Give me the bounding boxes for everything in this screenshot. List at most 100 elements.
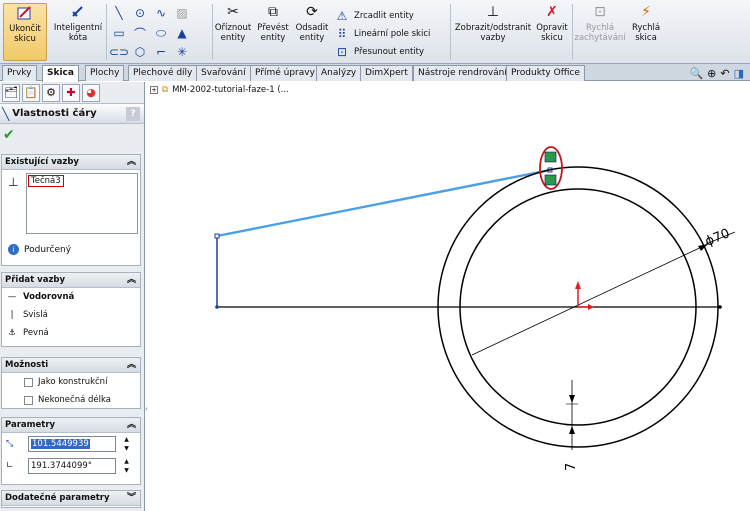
- line-icon[interactable]: ╲: [110, 6, 128, 20]
- property-manager-tab-icon[interactable]: 📋: [22, 83, 40, 102]
- feature-tree-tab-icon[interactable]: 🗂: [2, 83, 20, 102]
- additional-parameters-header[interactable]: Dodatečné parametry ︾: [2, 491, 140, 506]
- fixed-icon: ⚓: [8, 328, 16, 338]
- quick-snaps-label: Rychlá zachytávání: [574, 23, 626, 43]
- tab-plochy[interactable]: Plochy: [85, 65, 125, 81]
- zoom-area-icon[interactable]: ⊕: [707, 67, 716, 80]
- construction-checkbox-row[interactable]: Jako konstrukční: [2, 373, 140, 391]
- panel-title-bar: ╲ Vlastnosti čáry ?: [0, 104, 144, 124]
- additional-parameters-title: Dodatečné parametry: [5, 493, 110, 503]
- exit-sketch-button[interactable]: Ukončit skicu: [3, 3, 47, 61]
- convert-entities-button[interactable]: ⧉ Převést entity: [255, 3, 291, 61]
- endpoint-handle: [214, 233, 220, 239]
- tab-analyzy[interactable]: Analýzy: [316, 65, 362, 81]
- tab-prvky[interactable]: Prvky: [2, 65, 37, 81]
- fixed-label: Pevná: [23, 328, 49, 338]
- rapid-sketch-icon: ⚡: [641, 4, 651, 20]
- circle-icon[interactable]: ⊙: [131, 6, 149, 20]
- relation-item-tangent[interactable]: Tečná3: [28, 175, 64, 187]
- parameters-section: Parametry ︽ ⤡ 101.5449939 ▲ ▼ ∟ 191.37440…: [1, 417, 141, 485]
- relation-horizontal[interactable]: — Vodorovná: [2, 288, 140, 306]
- mirror-entities-button[interactable]: ⚠ Zrcadlit entity: [333, 9, 414, 23]
- tab-produkty-office[interactable]: Produkty Office: [506, 65, 585, 81]
- display-relations-button[interactable]: ⊥ Zobrazit/odstranit vazby: [454, 3, 532, 61]
- expand-icon[interactable]: +: [150, 86, 158, 94]
- relation-fixed[interactable]: ⚓ Pevná: [2, 324, 140, 342]
- sketch-tools-row-2: ▭ ⌒ ⬭ ▲: [110, 26, 191, 41]
- move-icon: ⊡: [336, 45, 348, 59]
- smart-dimension-button[interactable]: Inteligentní kóta: [51, 3, 105, 61]
- length-input[interactable]: 101.5449939: [28, 436, 116, 452]
- plane-icon[interactable]: ▲: [173, 26, 191, 40]
- feature-tree-root[interactable]: + ⧉ MM-2002-tutorial-faze-1 (...: [150, 85, 289, 95]
- polygon-icon[interactable]: ⬡: [131, 45, 149, 59]
- parameters-header[interactable]: Parametry ︽: [2, 418, 140, 433]
- property-manager-panel: 🗂 📋 ⚙ ✚ ◕ ╲ Vlastnosti čáry ? ✔ Existují…: [0, 82, 145, 511]
- tab-prime-upravy[interactable]: Přímé úpravy: [250, 65, 320, 81]
- tab-dimxpert[interactable]: DimXpert: [360, 65, 413, 81]
- parameters-title: Parametry: [5, 420, 56, 430]
- options-header[interactable]: Možnosti ︽: [2, 358, 140, 373]
- options-title: Možnosti: [5, 360, 49, 370]
- collapse-chevron-icon: ︽: [126, 275, 136, 285]
- rapid-sketch-button[interactable]: ⚡ Rychlá skica: [628, 3, 664, 61]
- fillet-icon[interactable]: ⌐: [152, 45, 170, 59]
- quick-snaps-button[interactable]: ⊡ Rychlá zachytávání: [574, 3, 626, 61]
- sketch-canvas[interactable]: ϕ70 7: [146, 96, 746, 511]
- info-icon: i: [8, 244, 19, 255]
- linear-pattern-label: Lineární pole skici: [354, 29, 431, 39]
- offset-entities-button[interactable]: ⟳ Odsadit entity: [294, 3, 330, 61]
- relations-list[interactable]: Tečná3: [26, 173, 138, 234]
- panel-splitter-handle[interactable]: ‹: [145, 405, 151, 425]
- exit-sketch-icon: [15, 4, 35, 22]
- text-icon[interactable]: ▨: [173, 6, 191, 20]
- view-cube-icon[interactable]: ◨: [734, 67, 744, 80]
- zoom-to-fit-icon[interactable]: 🔍: [689, 67, 703, 80]
- tab-svarovani[interactable]: Svařování: [196, 65, 251, 81]
- dimxpert-tab-icon[interactable]: ✚: [62, 83, 80, 102]
- quick-snaps-icon: ⊡: [594, 4, 606, 20]
- construction-checkbox[interactable]: [24, 377, 33, 387]
- infinite-length-checkbox[interactable]: [24, 395, 33, 405]
- move-label: Přesunout entity: [354, 47, 425, 57]
- configuration-tab-icon[interactable]: ⚙: [42, 83, 60, 102]
- relation-vertical[interactable]: | Svislá: [2, 306, 140, 324]
- length-spinner[interactable]: ▲ ▼: [122, 436, 131, 452]
- previous-view-icon[interactable]: ↶: [720, 67, 729, 80]
- length-icon: ⤡: [6, 439, 14, 449]
- sketch-tools-row-3: ⊂⊃ ⬡ ⌐ ✳: [109, 45, 191, 59]
- construction-label: Jako konstrukční: [38, 377, 108, 387]
- arc-icon[interactable]: ⌒: [131, 26, 149, 41]
- tab-plechove-dily[interactable]: Plechové díly: [128, 65, 198, 81]
- spline-icon[interactable]: ∿: [152, 6, 170, 20]
- ok-checkmark-icon[interactable]: ✔: [3, 127, 15, 143]
- existing-relations-header[interactable]: Existující vazby ︽: [2, 155, 140, 170]
- angle-input[interactable]: 191.3744099°: [28, 458, 116, 474]
- infinite-length-checkbox-row[interactable]: Nekonečná délka: [2, 391, 140, 409]
- move-entities-button[interactable]: ⊡ Přesunout entity: [333, 45, 424, 59]
- rectangle-icon[interactable]: ▭: [110, 26, 128, 40]
- help-button[interactable]: ?: [126, 106, 140, 121]
- angle-spinner[interactable]: ▲ ▼: [122, 458, 131, 474]
- add-relations-section: Přidat vazby ︽ — Vodorovná | Svislá ⚓ Pe…: [1, 272, 141, 347]
- tab-nastroje-rendrovani[interactable]: Nástroje rendrování: [413, 65, 512, 81]
- point-icon[interactable]: ✳: [173, 45, 191, 59]
- linear-pattern-icon: ⠿: [337, 27, 347, 41]
- trim-entities-button[interactable]: ✂ Oříznout entity: [215, 3, 251, 61]
- sketch-tools-row-1: ╲ ⊙ ∿ ▨: [110, 6, 191, 20]
- tab-skica[interactable]: Skica: [42, 65, 79, 82]
- slot-icon[interactable]: ⊂⊃: [109, 45, 129, 59]
- display-tab-icon[interactable]: ◕: [82, 83, 100, 102]
- display-relations-label: Zobrazit/odstranit vazby: [454, 23, 532, 43]
- trim-label: Oříznout entity: [214, 23, 252, 43]
- linear-pattern-button[interactable]: ⠿ Lineární pole skici: [333, 27, 431, 41]
- collapse-chevron-icon: ︽: [126, 157, 136, 167]
- command-tabs: Prvky Skica Plochy Plechové díly Svařová…: [0, 64, 750, 82]
- display-relations-icon: ⊥: [486, 4, 500, 20]
- panel-toolbar: 🗂 📋 ⚙ ✚ ◕: [0, 82, 144, 104]
- expand-chevron-icon: ︾: [126, 493, 136, 503]
- ellipse-icon[interactable]: ⬭: [152, 26, 170, 40]
- add-relations-header[interactable]: Přidat vazby ︽: [2, 273, 140, 288]
- tangent-relation-icon: [544, 151, 557, 163]
- repair-sketch-button[interactable]: ✗ Opravit skicu: [535, 3, 569, 61]
